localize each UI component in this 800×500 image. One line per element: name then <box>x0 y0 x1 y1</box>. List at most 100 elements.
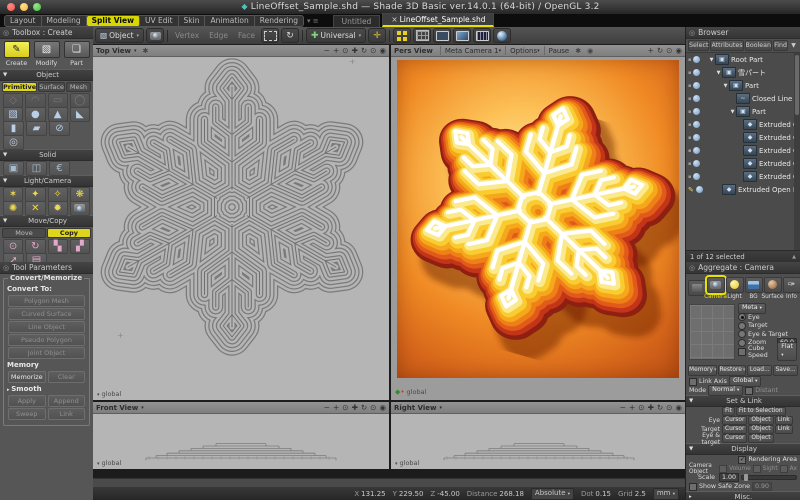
panel-collapse-icon[interactable]: ◎ <box>689 29 695 37</box>
tree-item-[interactable]: ▪▼▣雪パート <box>686 66 800 79</box>
link-button[interactable]: Link <box>775 425 793 435</box>
zoom-window-button[interactable] <box>33 3 41 11</box>
joint-object-button[interactable]: Joint Object <box>8 347 85 359</box>
render-toggle-icon[interactable] <box>693 134 700 141</box>
camera-save-button[interactable]: Save... <box>773 365 798 376</box>
visibility-toggle-icon[interactable]: ▪ <box>688 109 691 115</box>
workspace-tab-modeling[interactable]: Modeling <box>42 16 87 26</box>
toolbox-mode-modify[interactable]: ▧Modify <box>33 41 60 67</box>
move-copy-tab-copy[interactable]: Copy <box>47 228 91 238</box>
visibility-toggle-icon[interactable]: ▪ <box>688 148 691 154</box>
radio-target[interactable]: Target <box>738 322 797 331</box>
tree-item-root-part[interactable]: ▪▼▣Root Part <box>686 53 800 66</box>
frame-view-control-icon[interactable]: ◉ <box>675 403 682 412</box>
marquee-icon[interactable] <box>261 28 279 43</box>
scale-icon[interactable]: ⊙ <box>3 239 23 254</box>
render-toggle-icon[interactable] <box>693 147 700 154</box>
workspace-tab-rendering[interactable]: Rendering <box>255 16 303 26</box>
orbit-view-control-icon[interactable]: ↻ <box>361 46 367 55</box>
cube-speed-dropdown[interactable]: Flat ▾ <box>777 342 797 361</box>
right-view-title[interactable]: Right View <box>394 404 436 412</box>
panel-collapse-icon[interactable]: ◎ <box>689 264 695 272</box>
triangle-icon[interactable]: ▼ <box>3 152 7 158</box>
arc-icon[interactable]: ◠ <box>25 93 45 108</box>
pan-view-control-icon[interactable]: ✚ <box>352 403 358 412</box>
ax-checkbox[interactable] <box>780 465 788 473</box>
tree-item-extruded-closed[interactable]: ▪◆Extruded Closed <box>686 170 800 183</box>
minus-view-control-icon[interactable]: − <box>324 46 330 55</box>
display-shaded-icon[interactable] <box>453 28 471 43</box>
append-button[interactable]: Append <box>48 395 86 407</box>
point-light-icon[interactable]: ✦ <box>25 187 45 202</box>
right-viewport[interactable]: Right View ▾ −+⊙✚↻⊙◉ ▾global <box>391 402 685 469</box>
section-object[interactable]: ▼Object <box>0 69 93 81</box>
section-move-copy[interactable]: ▼Move/Copy <box>0 215 93 227</box>
volume-checkbox[interactable] <box>719 465 727 473</box>
toolbox-header[interactable]: ◎Toolbox : Create <box>0 27 93 39</box>
camera-icon[interactable] <box>146 28 164 43</box>
aggregate-header[interactable]: ◎Aggregate : Camera <box>686 262 800 274</box>
orbit-icon[interactable]: ↻ <box>281 28 299 43</box>
section-light-camera[interactable]: ▼Light/Camera <box>0 175 93 187</box>
browser-tab-find[interactable]: Find <box>773 40 788 51</box>
camera-memory-button[interactable]: Memory▾ <box>688 365 717 376</box>
radio-icon[interactable] <box>738 330 746 338</box>
pers-pause-button[interactable]: Pause <box>549 47 570 55</box>
visibility-toggle-icon[interactable]: ▪ <box>688 122 691 128</box>
tree-item-extruded-closed[interactable]: ▪◆Extruded Closed <box>686 157 800 170</box>
object-button[interactable]: Object <box>748 425 773 435</box>
aggregate-tab-bg[interactable]: BG <box>745 277 762 300</box>
browser-header[interactable]: ◎Browser <box>686 27 800 39</box>
safe-zone-value[interactable]: 0.90 <box>752 482 772 491</box>
cone-icon[interactable]: ▲ <box>48 107 68 122</box>
workspace-tab-split-view[interactable]: Split View <box>87 16 140 26</box>
render-toggle-icon[interactable] <box>693 82 700 89</box>
tree-item-label[interactable]: Part <box>745 82 759 90</box>
visibility-toggle-icon[interactable]: ▪ <box>688 161 691 167</box>
render-toggle-icon[interactable] <box>696 186 703 193</box>
document-tab-untitled[interactable]: Untitled <box>333 15 381 27</box>
ambient-light-icon[interactable]: ✺ <box>3 201 23 216</box>
tree-item-part[interactable]: ▪▼▣Part <box>686 79 800 92</box>
filter-funnel-icon[interactable]: ▼ <box>789 42 798 49</box>
expand-arrow-icon[interactable]: ▼ <box>722 83 729 89</box>
browser-tab-boolean[interactable]: Boolean <box>745 40 773 51</box>
zoom-view-control-icon[interactable]: ⊙ <box>638 403 644 412</box>
gear-icon[interactable]: ✱ <box>575 47 581 55</box>
render-toggle-icon[interactable] <box>693 69 700 76</box>
tree-item-label[interactable]: Root Part <box>731 56 763 64</box>
workspace-tab-layout[interactable]: Layout <box>5 16 42 26</box>
apply-button[interactable]: Apply <box>8 395 46 407</box>
snap-grid-icon[interactable] <box>393 28 411 43</box>
plane-icon[interactable]: ▭ <box>48 93 68 108</box>
render-sphere-icon[interactable] <box>493 28 511 43</box>
radio-icon[interactable] <box>738 339 746 347</box>
tree-item-part[interactable]: ▪▼▣Part <box>686 105 800 118</box>
curved-surface-button[interactable]: Curved Surface <box>8 308 85 320</box>
tree-item-label[interactable]: 雪パート <box>738 68 766 78</box>
camera-icon[interactable] <box>70 201 90 216</box>
section-solid[interactable]: ▼Solid <box>0 149 93 161</box>
orbit-view-control-icon[interactable]: ↻ <box>361 403 367 412</box>
radio-icon[interactable] <box>738 313 746 321</box>
move-copy-tab-move[interactable]: Move <box>2 228 46 238</box>
zoom-view-control-icon[interactable]: ⊙ <box>342 46 348 55</box>
toolbox-mode-create[interactable]: ✎Create <box>3 41 30 67</box>
camera-load-button[interactable]: Load... <box>747 365 772 376</box>
pers-viewport[interactable]: Pers View Meta Camera 1 ▾ Options ▾ Paus… <box>391 45 685 400</box>
gear-icon[interactable]: ✱ <box>143 47 149 55</box>
spotlight-icon[interactable]: ✶ <box>3 187 23 202</box>
wire-grid-icon[interactable] <box>413 28 431 43</box>
area-light-icon[interactable]: ❋ <box>70 187 90 202</box>
plus-view-control-icon[interactable]: + <box>333 403 339 412</box>
mode-dropdown[interactable]: Normal ▾ <box>708 385 743 396</box>
ring-icon[interactable]: ◯ <box>70 93 90 108</box>
section-set-link[interactable]: ▼Set & Link <box>686 395 800 407</box>
disc-icon[interactable]: ⊘ <box>49 121 70 136</box>
minimize-window-button[interactable] <box>20 3 28 11</box>
workspace-tab-skin[interactable]: Skin <box>179 16 206 26</box>
tube-icon[interactable]: ◎ <box>3 135 24 150</box>
close-window-button[interactable] <box>7 3 15 11</box>
cup-icon[interactable]: ◫ <box>26 161 47 176</box>
manipulator-icon[interactable]: ✛ <box>368 28 386 43</box>
